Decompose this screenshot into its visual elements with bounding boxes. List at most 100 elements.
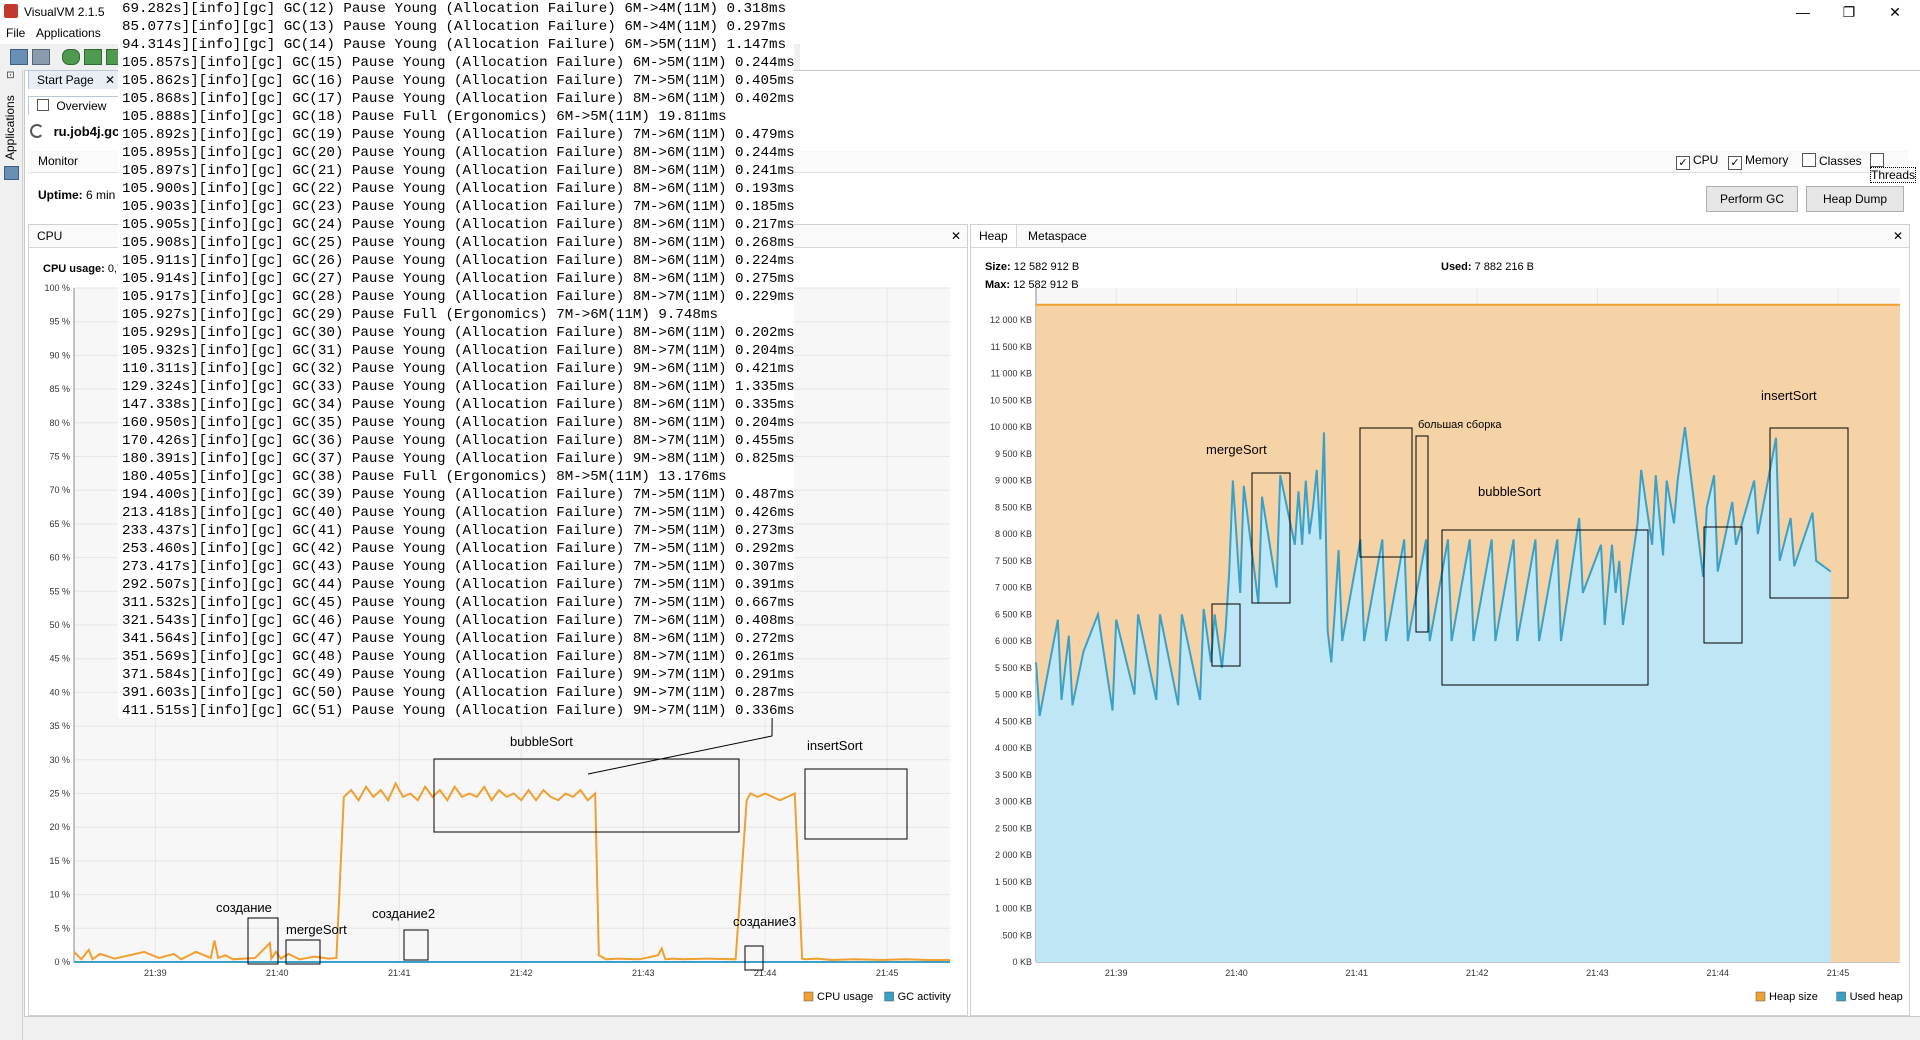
log-line: 194.400s][info][gc] GC(39) Pause Young (…	[122, 487, 794, 503]
tab-close-icon[interactable]: ✕	[105, 73, 115, 87]
loading-icon	[30, 124, 44, 138]
log-line: 129.324s][info][gc] GC(33) Pause Young (…	[122, 379, 794, 395]
cpu-panel-close-icon[interactable]: ✕	[951, 225, 961, 247]
menu-file[interactable]: File	[6, 26, 25, 40]
log-line: 105.932s][info][gc] GC(31) Pause Young (…	[122, 343, 794, 359]
checkbox-threads-box[interactable]	[1870, 153, 1884, 167]
tab-overview[interactable]: Overview	[28, 96, 126, 115]
side-tab-applications[interactable]: Applications	[3, 95, 17, 160]
log-line: 85.077s][info][gc] GC(13) Pause Young (A…	[122, 19, 787, 35]
y-tick-label: 10 %	[49, 890, 70, 900]
legend-swatch	[884, 991, 894, 1002]
log-line: 105.892s][info][gc] GC(19) Pause Young (…	[122, 127, 794, 143]
close-window-button[interactable]: ✕	[1872, 0, 1918, 24]
menu-applications[interactable]: Applications	[36, 26, 101, 40]
minimize-button[interactable]: —	[1780, 0, 1826, 24]
annotation-label: insertSort	[1761, 388, 1817, 403]
open-snapshot-icon[interactable]	[10, 49, 28, 65]
x-tick-label: 21:43	[1586, 968, 1609, 978]
y-tick-label: 85 %	[49, 384, 70, 394]
y-tick-label: 9 000 KB	[995, 476, 1032, 486]
y-tick-label: 3 500 KB	[995, 770, 1032, 780]
heap-panel-close-icon[interactable]: ✕	[1893, 225, 1903, 247]
y-tick-label: 11 500 KB	[991, 342, 1032, 352]
annotation-label: создание2	[372, 906, 435, 921]
y-tick-label: 10 000 KB	[990, 422, 1032, 432]
annotation-label: bubbleSort	[510, 734, 573, 749]
tab-heap[interactable]: Heap	[971, 225, 1017, 247]
log-line: 105.929s][info][gc] GC(30) Pause Young (…	[122, 325, 794, 341]
log-line: 273.417s][info][gc] GC(43) Pause Young (…	[122, 559, 794, 575]
add-jmx-icon[interactable]	[62, 49, 80, 65]
checkbox-threads[interactable]: Threads	[1870, 153, 1917, 183]
y-tick-label: 8 500 KB	[995, 502, 1032, 512]
heap-used-stat: Used: 7 882 216 B	[1441, 261, 1534, 273]
checkbox-memory[interactable]: ✓ Memory	[1728, 153, 1788, 170]
tab-start-page[interactable]: Start Page ✕	[28, 70, 130, 89]
heap-used-label: Used:	[1441, 261, 1472, 273]
log-line: 105.857s][info][gc] GC(15) Pause Young (…	[122, 55, 794, 71]
cpu-usage-stat: CPU usage: 0,7	[43, 263, 123, 275]
log-line: 411.515s][info][gc] GC(51) Pause Young (…	[122, 703, 794, 718]
annotation-label: bubbleSort	[1478, 484, 1541, 499]
checkbox-classes-box[interactable]	[1802, 153, 1816, 167]
checkbox-cpu-box[interactable]: ✓	[1676, 156, 1690, 170]
log-line: 371.584s][info][gc] GC(49) Pause Young (…	[122, 667, 794, 683]
log-line: 391.603s][info][gc] GC(50) Pause Young (…	[122, 685, 794, 701]
y-tick-label: 0 %	[54, 957, 70, 967]
maximize-button[interactable]: ❐	[1826, 0, 1872, 24]
y-tick-label: 1 000 KB	[995, 904, 1032, 914]
log-line: 180.391s][info][gc] GC(37) Pause Young (…	[122, 451, 794, 467]
checkbox-memory-box[interactable]: ✓	[1728, 156, 1742, 170]
x-tick-label: 21:41	[1346, 968, 1369, 978]
x-tick-label: 21:41	[388, 968, 411, 978]
log-line: 351.569s][info][gc] GC(48) Pause Young (…	[122, 649, 794, 665]
save-icon[interactable]	[32, 49, 50, 65]
y-tick-label: 12 000 KB	[990, 315, 1032, 325]
log-line: 321.543s][info][gc] GC(46) Pause Young (…	[122, 613, 794, 629]
legend-swatch	[1836, 991, 1846, 1002]
add-remote-host-icon[interactable]	[84, 49, 102, 65]
legend-label: Used heap	[1850, 991, 1903, 1003]
x-tick-label: 21:44	[1706, 968, 1729, 978]
tab-metaspace[interactable]: Metaspace	[1020, 225, 1095, 247]
legend-swatch	[1755, 991, 1766, 1002]
uptime-label: Uptime:	[38, 188, 83, 202]
checkbox-cpu-label: CPU	[1693, 153, 1719, 167]
log-line: 69.282s][info][gc] GC(12) Pause Young (A…	[122, 1, 787, 17]
y-tick-label: 55 %	[49, 586, 70, 596]
log-line: 105.895s][info][gc] GC(20) Pause Young (…	[122, 145, 794, 161]
log-line: 105.905s][info][gc] GC(24) Pause Young (…	[122, 217, 794, 233]
y-tick-label: 9 500 KB	[995, 449, 1032, 459]
perform-gc-button[interactable]: Perform GC	[1706, 186, 1798, 212]
y-tick-label: 2 000 KB	[995, 850, 1032, 860]
annotation-label: insertSort	[807, 738, 863, 753]
y-tick-label: 10 500 KB	[990, 395, 1032, 405]
log-line: 180.405s][info][gc] GC(38) Pause Full (E…	[122, 469, 727, 485]
legend-label: GC activity	[898, 991, 952, 1003]
annotation-label: создание	[216, 900, 272, 915]
checkbox-cpu[interactable]: ✓ CPU	[1676, 153, 1718, 170]
window-strip: ◀ ▶ ▼ ✕	[800, 24, 1920, 81]
y-tick-label: 60 %	[49, 553, 70, 563]
y-tick-label: 95 %	[49, 317, 70, 327]
y-tick-label: 65 %	[49, 519, 70, 529]
annotation-label: mergeSort	[1206, 442, 1267, 457]
heap-size-stat: Size: 12 582 912 B	[985, 261, 1079, 273]
y-tick-label: 5 000 KB	[995, 690, 1032, 700]
log-line: 253.460s][info][gc] GC(42) Pause Young (…	[122, 541, 794, 557]
checkbox-memory-label: Memory	[1745, 153, 1789, 167]
x-tick-label: 21:40	[266, 968, 289, 978]
x-tick-label: 21:40	[1225, 968, 1248, 978]
y-tick-label: 70 %	[49, 485, 70, 495]
heap-chart: 0 KB 500 KB 1 000 KB 1 500 KB 2 000 KB 2 500 …	[990, 288, 1903, 1003]
pin-icon[interactable]: ⊡	[0, 70, 21, 84]
log-line: 233.437s][info][gc] GC(41) Pause Young (…	[122, 523, 794, 539]
heap-dump-button[interactable]: Heap Dump	[1806, 186, 1904, 212]
overview-icon	[37, 99, 49, 111]
checkbox-classes[interactable]: Classes	[1802, 153, 1862, 168]
app-title: ru.job4j.gc	[30, 124, 119, 139]
log-line: 105.908s][info][gc] GC(25) Pause Young (…	[122, 235, 794, 251]
y-tick-label: 5 %	[54, 923, 70, 933]
log-line: 105.900s][info][gc] GC(22) Pause Young (…	[122, 181, 794, 197]
